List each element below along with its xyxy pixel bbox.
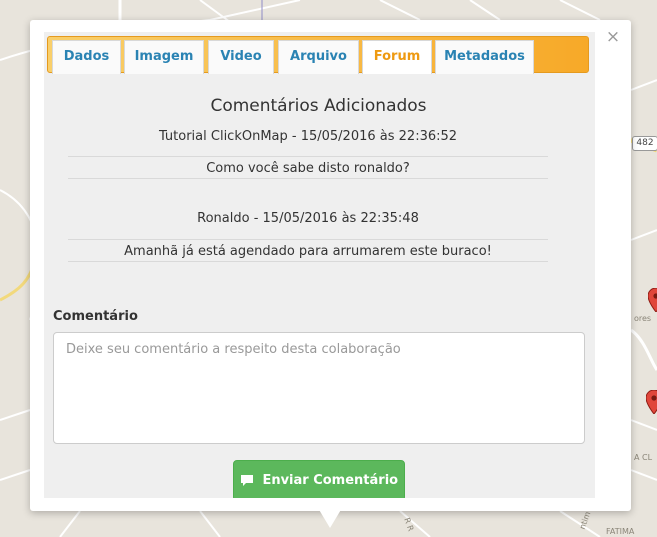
street-label: A CL [634, 453, 653, 462]
tab-bar: Dados Imagem Video Arquivo Forum Metadad… [47, 36, 589, 74]
comment-text: Amanhã já está agendado para arrumarem e… [124, 244, 492, 259]
divider [68, 178, 548, 179]
tab-metadados[interactable]: Metadados [435, 40, 534, 74]
comment-textarea[interactable] [53, 332, 585, 444]
map-marker-icon[interactable] [648, 288, 657, 312]
forum-title: Comentários Adicionados [210, 96, 427, 116]
send-comment-label: Enviar Comentário [262, 473, 399, 488]
tab-dados[interactable]: Dados [52, 40, 121, 74]
map-marker-icon[interactable] [646, 390, 657, 414]
popup-content: Dados Imagem Video Arquivo Forum Metadad… [44, 32, 595, 498]
divider [68, 239, 548, 240]
tab-forum[interactable]: Forum [362, 40, 432, 74]
tab-arquivo[interactable]: Arquivo [278, 40, 359, 74]
tab-imagem[interactable]: Imagem [124, 40, 204, 74]
comment-author-date: Tutorial ClickOnMap - 15/05/2016 às 22:3… [158, 129, 458, 144]
divider [68, 156, 548, 157]
comment-icon [240, 475, 253, 486]
tab-video[interactable]: Video [208, 40, 274, 74]
road-number-badge: 482 [632, 136, 657, 151]
comment-label: Comentário [53, 309, 138, 324]
close-icon[interactable]: × [604, 28, 622, 46]
comment-author-date: Ronaldo - 15/05/2016 às 22:35:48 [197, 211, 419, 226]
street-label: ores [634, 314, 652, 323]
divider [68, 261, 548, 262]
street-label: FATIMA [606, 527, 635, 536]
popup-tail [318, 508, 342, 528]
comment-text: Como você sabe disto ronaldo? [206, 161, 410, 176]
send-comment-button[interactable]: Enviar Comentário [233, 460, 405, 498]
